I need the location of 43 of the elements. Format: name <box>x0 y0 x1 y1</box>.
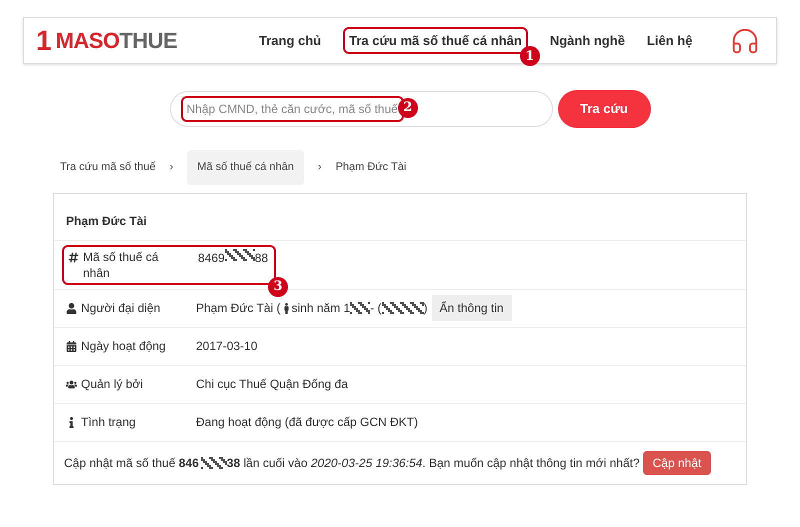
hide-info-button[interactable]: Ẩn thông tin <box>432 295 512 321</box>
logo-text: MASOTHUE <box>56 27 178 55</box>
birth-separator: - ( <box>370 300 382 317</box>
hash-icon <box>68 252 79 262</box>
search-field[interactable]: Nhập CMND, thẻ căn cước, mã số thuế 2 <box>170 91 552 127</box>
pixelated-redaction-icon <box>382 302 424 314</box>
nav-link[interactable]: Ngành nghề <box>550 30 625 50</box>
field-label: Người đại diện <box>81 300 162 316</box>
update-text-start: Cập nhật mã số thuế 846 <box>64 454 199 472</box>
field-value: 2017-03-10 <box>196 338 258 355</box>
field-label: Quản lý bởi <box>81 376 144 392</box>
field-value: Chi cục Thuế Quận Đống đa <box>196 376 348 393</box>
breadcrumb-link[interactable]: Tra cứu mã số thuế <box>60 150 156 184</box>
representative-name: Phạm Đức Tài ( <box>196 300 280 317</box>
annotation-number: 1 <box>520 46 540 66</box>
search-placeholder: Nhập CMND, thẻ căn cước, mã số thuế <box>180 96 404 122</box>
breadcrumb-link[interactable]: Mã số thuế cá nhân <box>187 150 304 184</box>
field-label: Ngày hoạt động <box>81 338 167 354</box>
pixelated-redaction-icon <box>224 248 255 260</box>
search-button[interactable]: Tra cứu <box>558 90 650 128</box>
field-value: Đang hoạt động (đã được cấp GCN ĐKT) <box>196 414 418 431</box>
update-button[interactable]: Cập nhật <box>642 450 712 474</box>
update-text-end: 38 lần cuối vào 2020-03-25 19:36:54. Bạn muốn cập nhật thông tin mới nhất? <box>226 454 640 472</box>
birth-year: sinh năm 1 <box>292 300 350 317</box>
closing-parenthesis: ) <box>424 300 428 317</box>
breadcrumb-link[interactable]: Phạm Đức Tài <box>336 150 406 184</box>
users-icon <box>66 379 77 390</box>
logo-mark: 1 <box>36 26 52 54</box>
calendar-icon <box>66 341 77 352</box>
pixelated-redaction-icon <box>350 302 370 314</box>
nav-link[interactable]: Trang chủ <box>259 30 322 50</box>
tax-id-end: 88 <box>254 250 268 266</box>
annotation-number: 3 <box>268 276 288 296</box>
breadcrumb-separator: › <box>318 160 322 175</box>
nav-link[interactable]: Liên hệ <box>646 30 692 50</box>
breadcrumb-separator: › <box>170 160 174 175</box>
annotation-number: 2 <box>398 98 418 118</box>
card-title: Phạm Đức Tài <box>54 194 746 240</box>
user-icon <box>66 303 77 314</box>
field-label: Tình trạng <box>81 414 137 430</box>
field-label: Mã số thuế cá nhân <box>83 248 160 280</box>
tax-id-start: 8469 <box>198 250 225 266</box>
pixelated-redaction-icon <box>200 456 227 468</box>
